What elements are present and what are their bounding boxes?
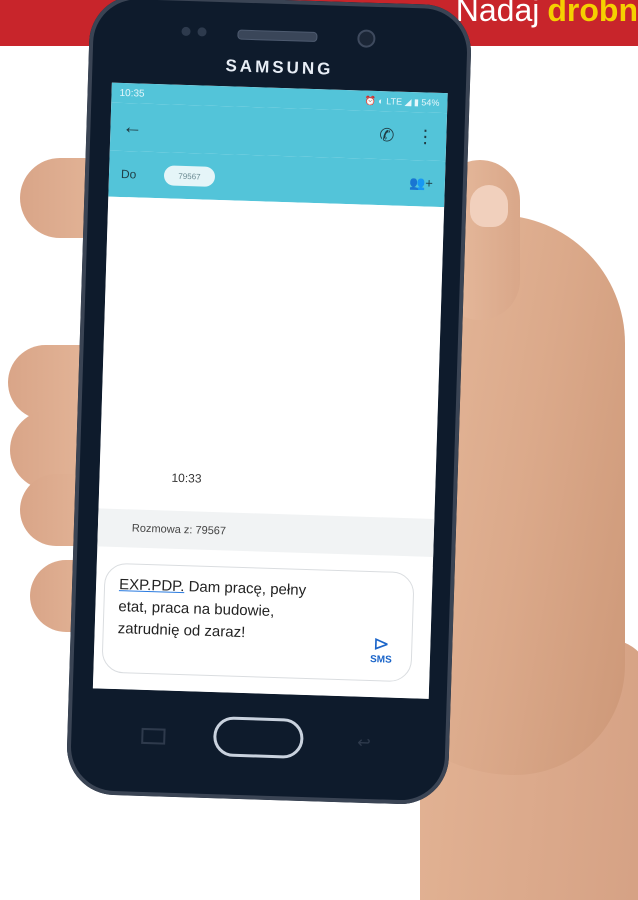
banner-emphasis: drobn bbox=[547, 0, 638, 28]
earpiece-speaker bbox=[237, 29, 318, 43]
add-contact-icon[interactable]: 👥+ bbox=[409, 175, 433, 192]
status-icons: ⏰ ◐ LTE ◢ ▮ 54% bbox=[364, 95, 440, 108]
brand-logo: SAMSUNG bbox=[225, 56, 334, 79]
recipient-label: Do bbox=[120, 166, 137, 182]
message-text: EXP.PDP. Dam pracę, pełny etat, praca na… bbox=[117, 574, 339, 647]
phone-call-icon[interactable]: ✆ bbox=[379, 125, 395, 146]
sensor bbox=[181, 26, 191, 37]
banner-text: Nadaj drobn bbox=[456, 0, 638, 29]
send-icon: ⊳ bbox=[372, 633, 391, 656]
back-arrow-icon[interactable]: ← bbox=[122, 115, 143, 139]
recipient-chip[interactable]: 79567 bbox=[164, 165, 215, 187]
message-thread: 10:33 Rozmowa z: 79567 bbox=[97, 196, 445, 557]
screen: 10:35 ⏰ ◐ LTE ◢ ▮ 54% ← ✆ ⋮ Do 79567 👥+ … bbox=[92, 82, 448, 699]
send-label: SMS bbox=[369, 654, 392, 666]
recent-apps-key-icon[interactable] bbox=[141, 727, 166, 745]
phone: SAMSUNG 10:35 ⏰ ◐ LTE ◢ ▮ 54% ← ✆ ⋮ Do 7… bbox=[65, 0, 473, 806]
compose-area: EXP.PDP. Dam pracę, pełny etat, praca na… bbox=[92, 556, 433, 699]
send-sms-button[interactable]: ⊳ SMS bbox=[361, 633, 402, 666]
message-prefix: EXP.PDP. bbox=[118, 576, 185, 596]
message-timestamp: 10:33 bbox=[171, 470, 202, 486]
sensor bbox=[197, 27, 207, 37]
thumb-nail bbox=[470, 185, 508, 227]
front-camera bbox=[357, 29, 376, 48]
phone-bottom: ↩ bbox=[66, 698, 450, 790]
back-key-icon[interactable]: ↩ bbox=[357, 733, 371, 753]
conversation-label: Rozmowa z: 79567 bbox=[97, 508, 435, 557]
message-input[interactable]: EXP.PDP. Dam pracę, pełny etat, praca na… bbox=[101, 562, 415, 683]
status-time: 10:35 bbox=[119, 87, 145, 100]
home-button[interactable] bbox=[212, 716, 304, 759]
app-actions: ✆ ⋮ bbox=[379, 125, 435, 148]
more-menu-icon[interactable]: ⋮ bbox=[416, 126, 435, 148]
